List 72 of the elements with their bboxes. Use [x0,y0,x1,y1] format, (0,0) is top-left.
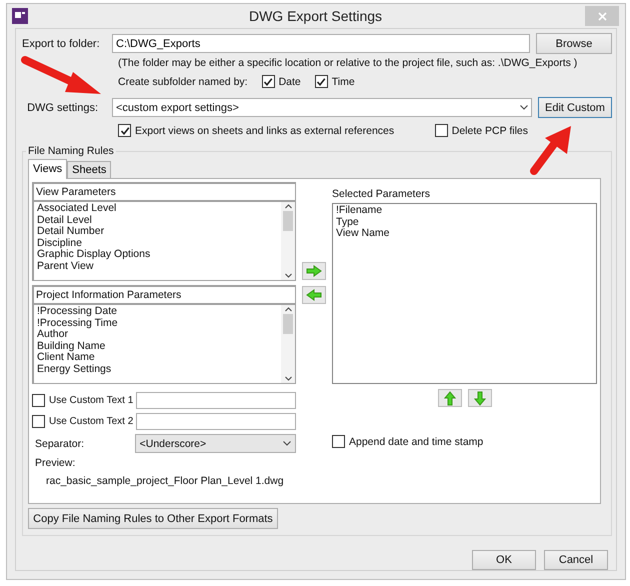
list-item[interactable]: Building Name [37,340,278,352]
remove-button[interactable] [302,286,326,304]
window-title: DWG Export Settings [248,8,384,24]
separator-dropdown[interactable]: <Underscore> [134,434,296,453]
checkbox-label: Time [332,76,355,88]
list-item[interactable]: Graphic Display Options [37,249,278,260]
tab[interactable]: Sheets [67,161,112,178]
list-item[interactable]: !Processing Date [37,306,278,318]
left-arrow-icon [306,289,322,301]
list-item[interactable]: Author [37,329,278,340]
checkbox[interactable] [434,124,448,137]
list-item[interactable]: Associated Level [37,203,278,214]
checkbox[interactable] [32,415,45,428]
dropdown-caret-icon [520,105,528,110]
dialog-button[interactable]: OK [472,550,536,570]
right-arrow-icon [306,265,322,277]
list-item[interactable]: Parent View [37,260,278,272]
settings-dropdown[interactable]: <custom export settings> [112,98,532,117]
annotation-arrow [529,124,573,176]
checkbox[interactable] [332,435,345,448]
close-icon [598,12,606,20]
list-header: View Parameters [34,184,295,202]
tab[interactable]: Views [28,159,68,179]
move-up-button[interactable] [438,389,462,407]
dialog-button[interactable]: Cancel [544,550,608,570]
list-item[interactable]: View Name [336,228,593,240]
list-title: Selected Parameters [332,188,432,200]
down-arrow-icon [474,390,486,406]
group-title: File Naming Rules [27,145,115,157]
up-arrow-icon [444,390,456,406]
checkbox-label: Use Custom Text 2 [49,416,134,427]
scroll-bar[interactable] [281,305,295,383]
folder-input-field[interactable]: C:\DWG_Exports [112,34,530,53]
checkbox[interactable] [314,75,328,88]
scroll-up-icon [284,204,292,209]
list-item[interactable]: Detail Number [37,226,278,238]
scroll-up-icon [284,307,292,312]
dropdown-caret-icon [283,441,291,446]
field-label: DWG settings: [26,102,98,114]
subfolder-label: Create subfolder named by: [118,76,248,88]
add-button[interactable] [302,262,326,280]
hint-text: (The folder may be either a specific location or relative to the project file, such as: .\DWG_Exports ) [118,57,578,69]
checkbox[interactable] [118,124,131,137]
scroll-thumb[interactable] [283,314,293,334]
scroll-bar[interactable] [281,202,295,280]
checkbox-label: Date [278,76,301,88]
checkbox-label: Delete PCP files [452,124,528,136]
checkbox-label: Export views on sheets and links as external references [135,124,394,136]
scroll-down-icon [284,376,292,381]
separator-label: Separator: [34,438,86,450]
list-item[interactable]: !Filename [336,205,593,216]
checkbox[interactable] [32,394,45,407]
list-header: Project Information Parameters [34,287,295,305]
list-item[interactable]: Client Name [37,352,278,364]
field-label: Export to folder: [22,38,101,50]
list-item[interactable]: Discipline [37,238,278,249]
list-item[interactable]: Energy Settings [37,364,278,375]
list-item[interactable]: Detail Level [37,214,278,226]
list-item[interactable]: !Processing Time [37,318,278,329]
edit-custom-button[interactable]: Edit Custom [538,97,612,118]
checkbox-label: Use Custom Text 1 [49,395,134,406]
move-down-button[interactable] [468,389,492,407]
app-icon [12,8,28,24]
checkbox[interactable] [262,75,275,88]
scroll-down-icon [284,273,292,278]
scroll-thumb[interactable] [283,211,293,231]
list-item[interactable]: Type [336,216,593,228]
browse-button[interactable]: Browse [536,33,612,54]
checkbox-label: Append date and time stamp [349,436,484,448]
copy-rules-button[interactable]: Copy File Naming Rules to Other Export Formats [28,508,278,529]
preview-label: Preview: [34,457,76,469]
preview-text: rac_basic_sample_project_Floor Plan_Level 1.dwg [45,475,285,487]
